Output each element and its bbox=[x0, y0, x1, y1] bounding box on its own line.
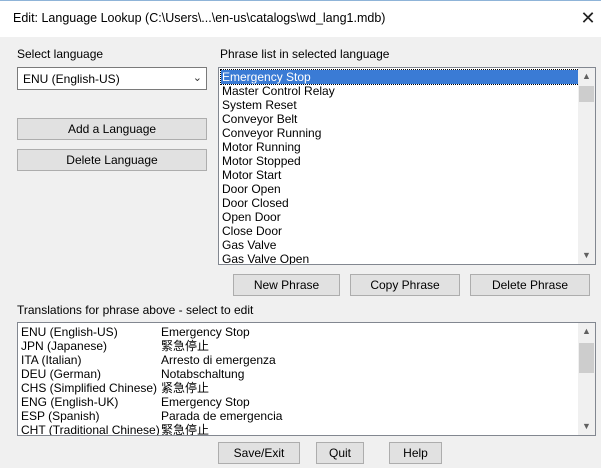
phrase-list-item[interactable]: Door Closed bbox=[221, 196, 579, 210]
phrase-scrollbar[interactable]: ▲ ▼ bbox=[578, 68, 595, 264]
scroll-down-icon[interactable]: ▼ bbox=[578, 418, 595, 435]
translation-language: ESP (Spanish) bbox=[21, 409, 100, 423]
phrase-list-item[interactable]: Motor Stopped bbox=[221, 154, 579, 168]
translation-language: JPN (Japanese) bbox=[21, 339, 108, 353]
translation-row[interactable]: CHS (Simplified Chinese) 紧急停止 bbox=[20, 381, 575, 395]
translation-text: Notabschaltung bbox=[161, 367, 245, 381]
translations-label: Translations for phrase above - select t… bbox=[17, 303, 254, 317]
copy-phrase-button[interactable]: Copy Phrase bbox=[350, 274, 460, 296]
new-phrase-button[interactable]: New Phrase bbox=[233, 274, 340, 296]
translation-text: Emergency Stop bbox=[161, 325, 250, 339]
phrase-list-item[interactable]: Conveyor Running bbox=[221, 126, 579, 140]
help-button[interactable]: Help bbox=[389, 442, 442, 464]
phrase-list-item[interactable]: Emergency Stop bbox=[220, 69, 580, 85]
scroll-down-icon[interactable]: ▼ bbox=[578, 247, 595, 264]
quit-button[interactable]: Quit bbox=[316, 442, 364, 464]
phrase-list-label: Phrase list in selected language bbox=[220, 47, 390, 61]
add-language-button[interactable]: Add a Language bbox=[17, 118, 207, 140]
translation-language: CHS (Simplified Chinese) bbox=[21, 381, 158, 395]
translations-listbox[interactable]: ENU (English-US) Emergency Stop JPN (Japan… bbox=[17, 322, 596, 436]
phrase-list-item[interactable]: Conveyor Belt bbox=[221, 112, 579, 126]
save-exit-button[interactable]: Save/Exit bbox=[218, 442, 300, 464]
language-lookup-dialog: Edit: Language Lookup (C:\Users\...\en-u… bbox=[0, 0, 601, 468]
translation-text: Emergency Stop bbox=[161, 395, 250, 409]
window-title: Edit: Language Lookup (C:\Users\...\en-u… bbox=[13, 11, 386, 25]
scroll-up-icon[interactable]: ▲ bbox=[578, 323, 595, 340]
translations-scrollbar[interactable]: ▲ ▼ bbox=[578, 323, 595, 435]
close-icon[interactable]: ✕ bbox=[578, 7, 598, 29]
phrase-list-item[interactable]: Motor Start bbox=[221, 168, 579, 182]
language-dropdown[interactable]: ENU (English-US) ⌄ bbox=[17, 67, 207, 90]
phrase-list-item[interactable]: Door Open bbox=[221, 182, 579, 196]
select-language-label: Select language bbox=[17, 47, 104, 61]
scroll-thumb[interactable] bbox=[579, 343, 594, 373]
translation-row[interactable]: JPN (Japanese) 緊急停止 bbox=[20, 339, 575, 353]
translation-row[interactable]: DEU (German) Notabschaltung bbox=[20, 367, 575, 381]
scroll-thumb[interactable] bbox=[579, 86, 594, 102]
phrase-list-item[interactable]: Motor Running bbox=[221, 140, 579, 154]
translation-text: 緊急停止 bbox=[161, 423, 210, 436]
translation-language: ITA (Italian) bbox=[21, 353, 82, 367]
title-bar: Edit: Language Lookup (C:\Users\...\en-u… bbox=[0, 1, 601, 37]
translation-row[interactable]: ITA (Italian) Arresto di emergenza bbox=[20, 353, 575, 367]
delete-language-button[interactable]: Delete Language bbox=[17, 149, 207, 171]
translation-row[interactable]: ESP (Spanish) Parada de emergencia bbox=[20, 409, 575, 423]
translation-row[interactable]: ENG (English-UK) Emergency Stop bbox=[20, 395, 575, 409]
translation-row[interactable]: CHT (Traditional Chinese) 緊急停止 bbox=[20, 423, 575, 436]
translation-language: CHT (Traditional Chinese) bbox=[21, 423, 160, 436]
phrase-listbox[interactable]: Emergency Stop Master Control Relay System… bbox=[218, 67, 596, 265]
translation-text: Parada de emergencia bbox=[161, 409, 283, 423]
translation-language: ENU (English-US) bbox=[21, 325, 118, 339]
translation-text: 紧急停止 bbox=[161, 381, 210, 395]
phrase-list-item[interactable]: Gas Valve Open bbox=[221, 252, 579, 264]
delete-phrase-button[interactable]: Delete Phrase bbox=[470, 274, 590, 296]
chevron-down-icon: ⌄ bbox=[192, 72, 202, 84]
translation-text: 緊急停止 bbox=[161, 339, 210, 353]
phrase-list-item[interactable]: System Reset bbox=[221, 98, 579, 112]
phrase-list-item[interactable]: Master Control Relay bbox=[221, 84, 579, 98]
phrase-list-item[interactable]: Close Door bbox=[221, 224, 579, 238]
language-dropdown-value: ENU (English-US) bbox=[23, 72, 120, 86]
phrase-list-item[interactable]: Open Door bbox=[221, 210, 579, 224]
translation-language: ENG (English-UK) bbox=[21, 395, 119, 409]
phrase-list-item[interactable]: Gas Valve bbox=[221, 238, 579, 252]
translation-text: Arresto di emergenza bbox=[161, 353, 276, 367]
translation-language: DEU (German) bbox=[21, 367, 102, 381]
translation-row[interactable]: ENU (English-US) Emergency Stop bbox=[20, 325, 575, 339]
scroll-up-icon[interactable]: ▲ bbox=[578, 68, 595, 85]
